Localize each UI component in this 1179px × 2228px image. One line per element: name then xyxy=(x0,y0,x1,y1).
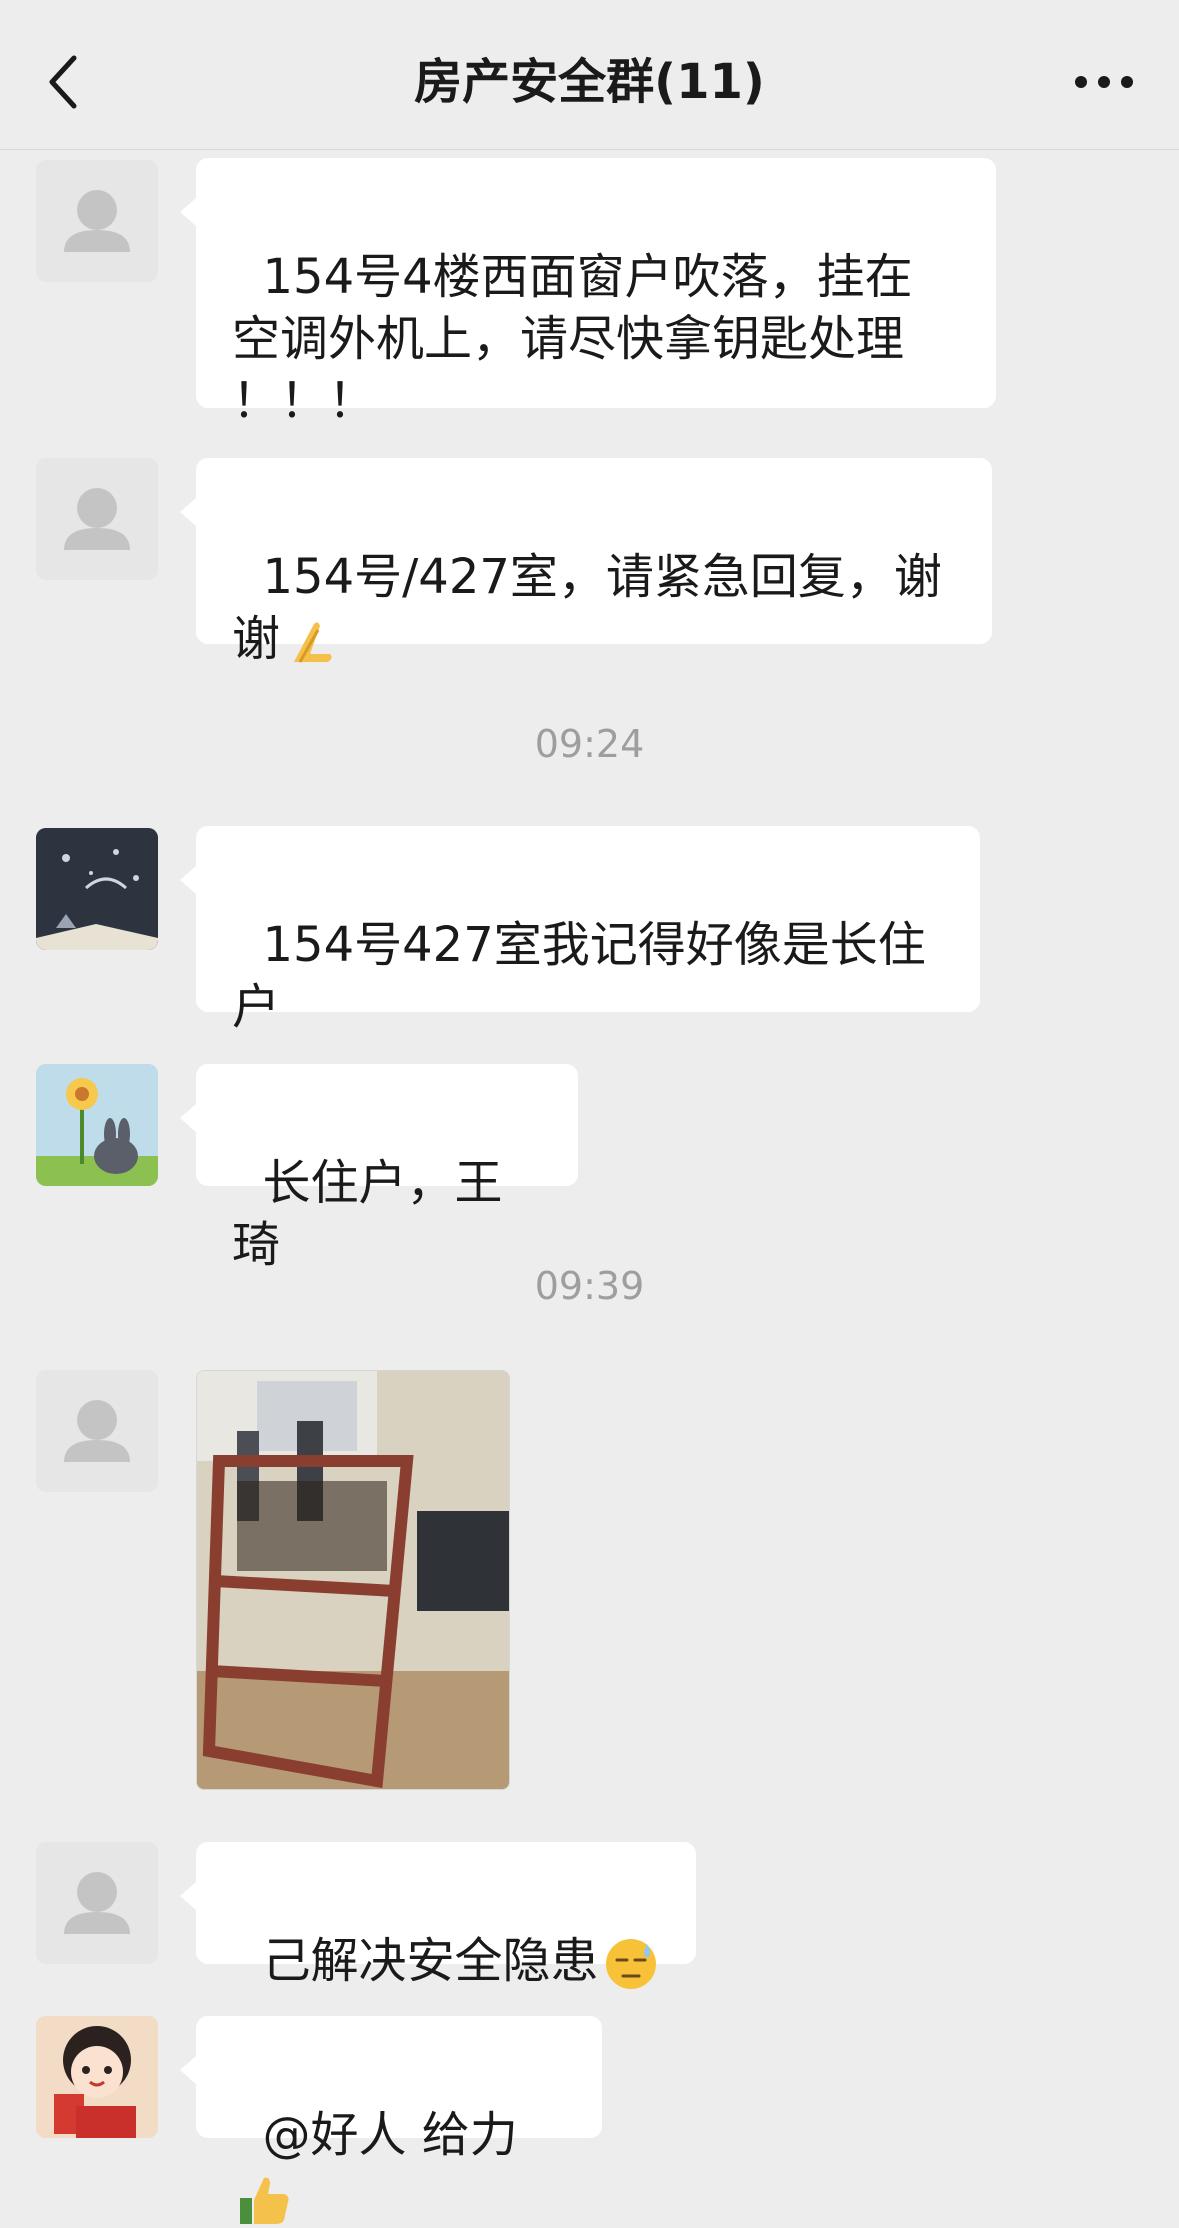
person-silhouette-icon xyxy=(64,1872,130,1934)
message-text: 长住户，王琦 xyxy=(232,1155,503,1273)
folded-hands-emoji xyxy=(294,622,332,663)
message-bubble[interactable]: 154号4楼西面窗户吹落，挂在 空调外机上，请尽快拿钥匙处理 ！！！ xyxy=(180,158,996,429)
message-bubble[interactable]: 己解决安全隐患 xyxy=(180,1842,696,1989)
message-text: 154号427室我记得好像是长住 户 xyxy=(232,917,926,1035)
person-silhouette-icon xyxy=(64,190,130,252)
window-frame-image xyxy=(197,1371,509,1789)
flower-bunny-image xyxy=(36,1064,158,1186)
message-text: 154号4楼西面窗户吹落，挂在 空调外机上，请尽快拿钥匙处理 ！！！ xyxy=(232,249,913,429)
message-bubble[interactable]: 长住户，王琦 xyxy=(180,1064,578,1273)
downcast-sweat-emoji xyxy=(605,1939,656,1989)
default-avatar[interactable] xyxy=(36,1370,158,1492)
default-avatar[interactable] xyxy=(36,160,158,282)
cartoon-girl-image xyxy=(36,2016,158,2138)
timestamp: 09:39 xyxy=(534,1264,645,1308)
window-frame-photo[interactable] xyxy=(196,1370,510,1790)
person-silhouette-icon xyxy=(64,1400,130,1462)
flower-bunny-avatar[interactable] xyxy=(36,1064,158,1186)
night-sky-book-image xyxy=(36,828,158,950)
message-bubble[interactable]: 154号/427室，请紧急回复，谢 谢 xyxy=(180,458,992,667)
message-bubble[interactable]: @好人 给力 xyxy=(180,2016,602,2224)
message-text: @好人 给力 xyxy=(262,2107,518,2163)
chat-header: 房产安全群(11) xyxy=(0,0,1179,150)
chat-title: 房产安全群(11) xyxy=(414,54,765,110)
night-sky-book-avatar[interactable] xyxy=(36,828,158,950)
more-dots-icon xyxy=(1075,76,1133,88)
more-button[interactable] xyxy=(1069,56,1139,106)
message-text: 己解决安全隐患 xyxy=(262,1933,599,1989)
thumbs-up-emoji xyxy=(240,2177,289,2224)
person-silhouette-icon xyxy=(64,488,130,550)
cartoon-girl-avatar[interactable] xyxy=(36,2016,158,2138)
default-avatar[interactable] xyxy=(36,458,158,580)
message-bubble[interactable]: 154号427室我记得好像是长住 户 xyxy=(180,826,980,1035)
timestamp: 09:24 xyxy=(534,722,645,766)
default-avatar[interactable] xyxy=(36,1842,158,1964)
